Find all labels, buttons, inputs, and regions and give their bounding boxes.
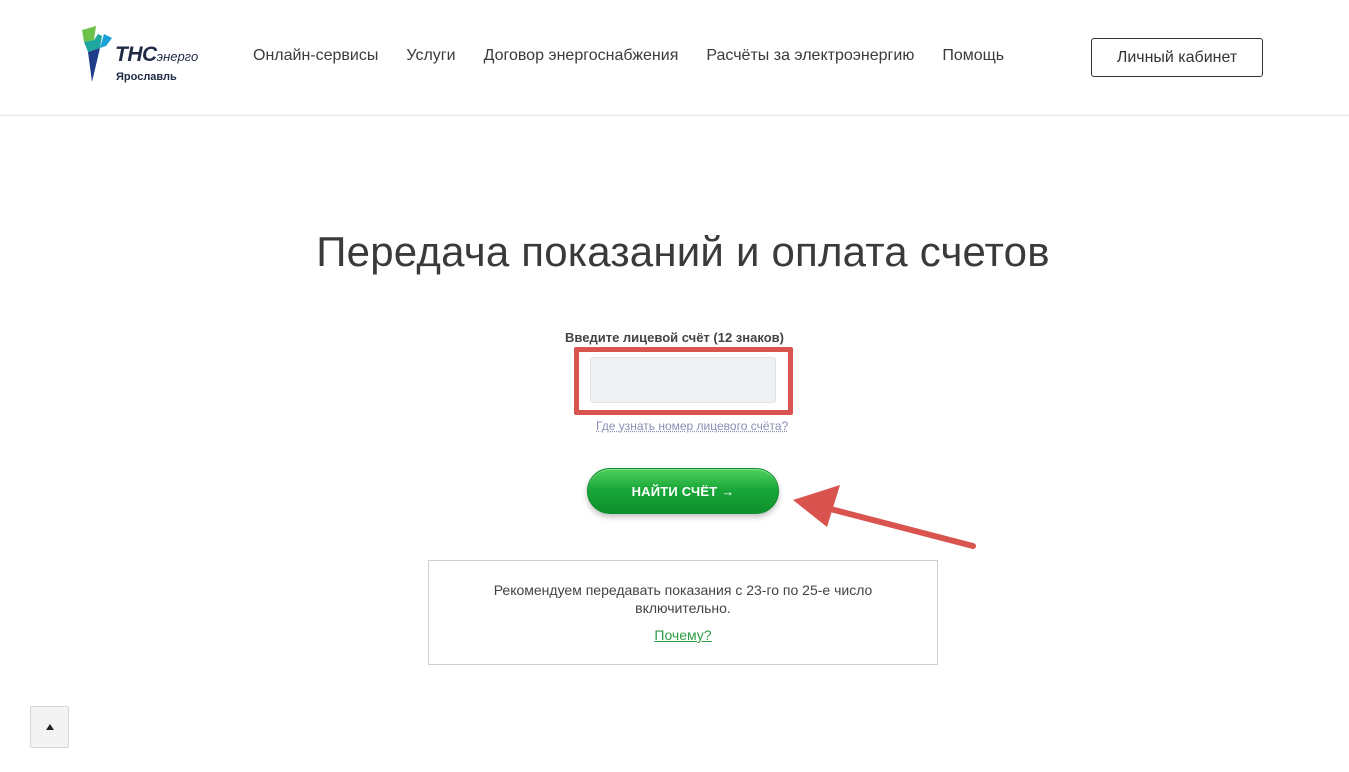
nav-contract[interactable]: Договор энергоснабжения	[484, 47, 679, 65]
recommendation-text: Рекомендуем передавать показания с 23-го…	[493, 582, 873, 616]
account-help-link[interactable]: Где узнать номер лицевого счёта?	[596, 419, 788, 433]
site-header: ТНСэнерго Ярославль Онлайн-сервисы Услуг…	[0, 0, 1349, 116]
logo-mark-icon	[82, 26, 112, 82]
page-title: Передача показаний и оплата счетов	[316, 228, 1050, 275]
scroll-top-button[interactable]	[30, 706, 69, 748]
find-account-button[interactable]: НАЙТИ СЧЁТ →	[587, 468, 779, 514]
arrow-up-icon	[45, 724, 54, 730]
logo-text: ТНСэнерго	[115, 43, 199, 66]
account-number-input[interactable]	[590, 357, 776, 403]
main-nav: Онлайн-сервисы Услуги Договор энергоснаб…	[253, 47, 1004, 65]
account-field-label: Введите лицевой счёт (12 знаков)	[565, 330, 784, 345]
personal-account-button[interactable]: Личный кабинет	[1091, 38, 1263, 77]
why-link[interactable]: Почему?	[654, 627, 711, 643]
nav-services[interactable]: Услуги	[406, 47, 455, 65]
logo-city: Ярославль	[116, 71, 177, 83]
nav-payments[interactable]: Расчёты за электроэнергию	[706, 47, 914, 65]
recommendation-box: Рекомендуем передавать показания с 23-го…	[428, 560, 938, 665]
logo[interactable]: ТНСэнерго Ярославль	[82, 26, 222, 86]
nav-online-services[interactable]: Онлайн-сервисы	[253, 47, 378, 65]
red-arrow-icon	[793, 485, 976, 549]
nav-help[interactable]: Помощь	[942, 47, 1004, 65]
